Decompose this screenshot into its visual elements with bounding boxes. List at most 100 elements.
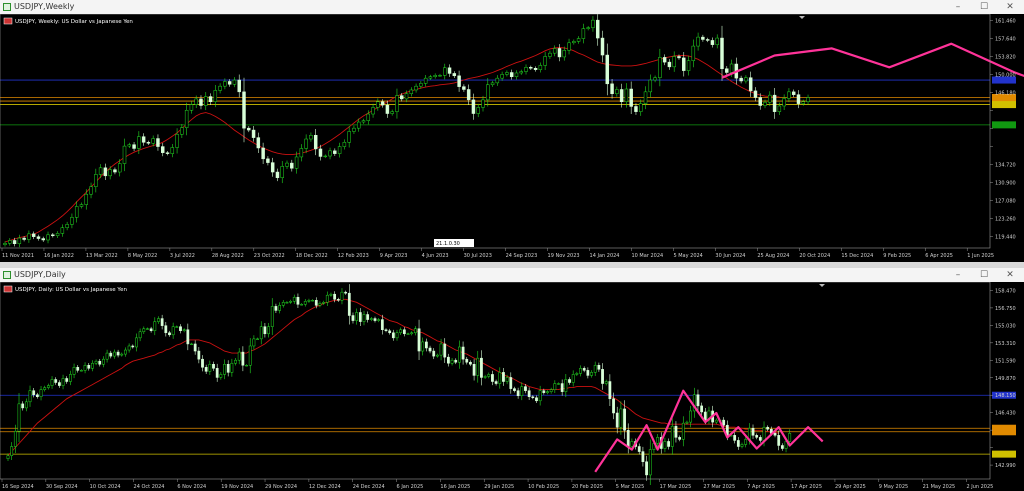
candle-body: [391, 332, 395, 339]
candle-body: [83, 365, 87, 371]
candle-body: [498, 372, 502, 384]
candle-body: [84, 193, 88, 205]
price-axis-label: 150.000: [995, 72, 1016, 78]
candle-body: [89, 186, 93, 195]
close-button[interactable]: ✕: [1000, 0, 1020, 14]
time-axis-label: 11 Nov 2021: [2, 253, 34, 259]
candle-body: [256, 137, 261, 149]
candle-body: [60, 227, 65, 234]
candle-body: [344, 291, 348, 294]
weekly-chart-svg[interactable]: 161.460 157.640 153.820 150.000 146.180 134.7…: [0, 14, 1024, 262]
chart-window-icon: [3, 271, 11, 279]
candle-body: [105, 352, 109, 360]
candle-body: [138, 331, 142, 339]
daily-chart-window[interactable]: USDJPY,Daily – ☐ ✕ 158.470 156.750 155.030…: [0, 268, 1024, 491]
weekly-chart-header: USDJPY, Weekly: US Dollar vs Japanese Ye…: [15, 19, 133, 25]
candle-body: [318, 148, 323, 157]
price-level-tag: [992, 121, 1016, 129]
candle-body: [377, 319, 381, 321]
weekly-window-titlebar[interactable]: USDJPY,Weekly – ☐ ✕: [0, 0, 1024, 14]
candle-body: [494, 381, 498, 384]
price-axis-label: 146.180: [995, 90, 1016, 96]
candle-body: [156, 138, 160, 147]
candle-body: [788, 433, 792, 442]
price-axis-label: 134.720: [995, 162, 1016, 168]
candle-body: [94, 174, 98, 187]
daily-chart-svg[interactable]: 158.470 156.750 155.030 153.310 151.590 149.8…: [0, 282, 1024, 491]
candle-body: [423, 77, 428, 84]
weekly-chart-area[interactable]: 161.460 157.640 153.820 150.000 146.180 134.7…: [0, 14, 1024, 262]
candle-body: [186, 329, 190, 345]
candle-body: [758, 97, 762, 106]
candle-body: [227, 81, 232, 85]
candle-body: [294, 156, 299, 169]
candle-body: [516, 390, 520, 396]
candle-body: [624, 88, 629, 103]
candle-body: [572, 41, 576, 44]
candle-body: [462, 86, 466, 90]
price-axis-label: 153.820: [995, 54, 1016, 60]
candle-body: [304, 138, 308, 149]
close-button[interactable]: ✕: [1000, 268, 1020, 282]
candle-body: [164, 325, 168, 334]
candle-body: [285, 162, 289, 167]
candle-body: [454, 359, 458, 363]
candle-body: [582, 368, 586, 371]
candle-body: [762, 426, 766, 441]
candle-body: [55, 233, 60, 236]
candle-body: [476, 107, 480, 114]
candle-body: [161, 146, 165, 153]
candle-body: [322, 302, 326, 304]
zigzag-pattern-line[interactable]: [721, 42, 1024, 109]
candle-body: [109, 352, 113, 357]
candle-body: [76, 367, 80, 371]
candle-body: [149, 328, 153, 331]
candle-body: [630, 441, 634, 447]
candle-body: [682, 57, 686, 71]
candle-body: [670, 425, 674, 447]
time-axis-label: 29 Apr 2025: [835, 484, 866, 490]
candle-body: [417, 328, 421, 352]
candle-body: [476, 357, 480, 376]
candle-body: [131, 345, 135, 348]
candle-body: [266, 158, 270, 163]
candle-body: [362, 314, 366, 322]
candle-body: [461, 346, 465, 360]
candle-body: [443, 343, 447, 358]
candle-body: [274, 306, 278, 311]
candle-body: [527, 390, 531, 397]
crosshair-date-text: 21.1.0.30: [436, 241, 460, 247]
candle-body: [300, 304, 303, 306]
candle-body: [36, 236, 41, 239]
minimize-button[interactable]: –: [948, 0, 968, 14]
candle-body: [447, 356, 450, 364]
time-axis-label: 19 Nov 2024: [221, 484, 253, 490]
candle-body: [471, 99, 476, 114]
daily-chart-area[interactable]: 158.470 156.750 155.030 153.310 151.590 149.8…: [0, 282, 1024, 491]
candle-body: [13, 431, 17, 447]
daily-window-titlebar[interactable]: USDJPY,Daily – ☐ ✕: [0, 268, 1024, 282]
maximize-button[interactable]: ☐: [974, 0, 994, 14]
candle-body: [406, 333, 410, 335]
candle-body: [314, 300, 318, 306]
candle-body: [648, 449, 652, 476]
maximize-button[interactable]: ☐: [974, 268, 994, 282]
candle-body: [548, 52, 552, 57]
time-axis-label: 24 Dec 2024: [353, 484, 385, 490]
candle-body: [645, 461, 648, 476]
time-axis-label: 5 May 2024: [673, 253, 702, 259]
candle-body: [91, 362, 94, 369]
time-axis-label: 25 Aug 2024: [757, 253, 789, 259]
candle-body: [579, 368, 582, 374]
time-axis-label: 16 Sep 2024: [2, 484, 34, 490]
candle-body: [755, 435, 759, 438]
candle-body: [780, 445, 784, 449]
candle-body: [54, 379, 58, 383]
candle-body: [124, 349, 127, 355]
weekly-chart-window[interactable]: USDJPY,Weekly – ☐ ✕ 161.460 157.640 153.82…: [0, 0, 1024, 262]
candle-body: [643, 91, 648, 104]
candle-body: [168, 332, 171, 336]
minimize-button[interactable]: –: [948, 268, 968, 282]
candle-body: [748, 77, 753, 92]
weekly-window-title: USDJPY,Weekly: [14, 2, 75, 11]
